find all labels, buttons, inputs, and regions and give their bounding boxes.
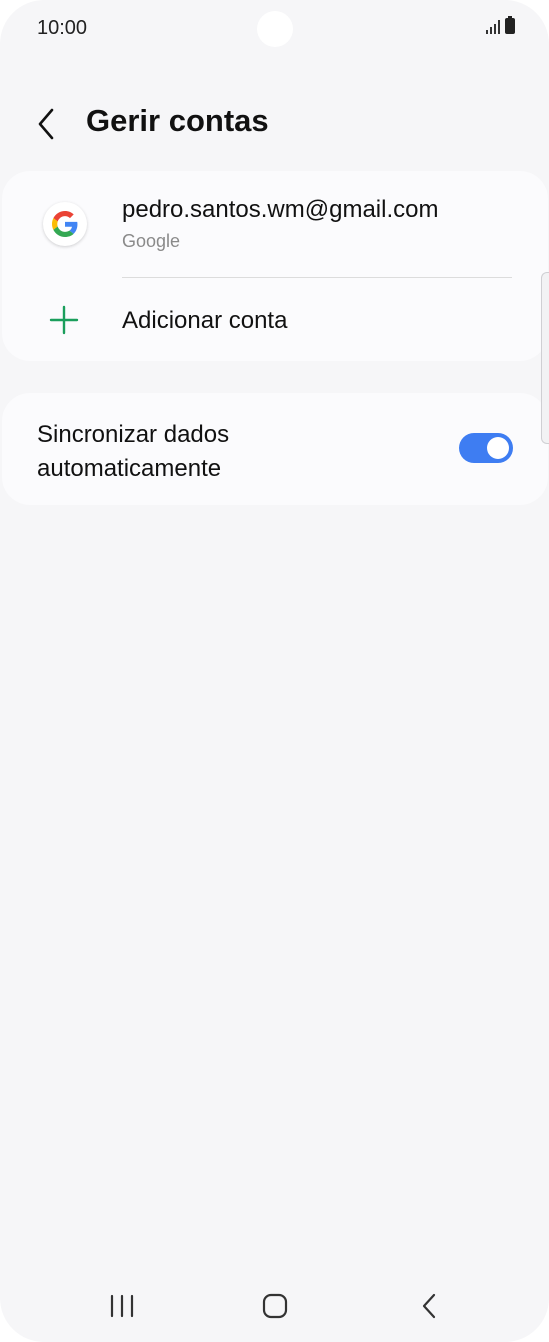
chevron-left-icon (38, 108, 54, 140)
phone-screen: 10:00 Gerir contas pedro.santos.wm@gmail… (0, 0, 549, 1342)
home-icon (262, 1293, 288, 1319)
account-type: Google (122, 231, 181, 251)
account-item-google[interactable]: pedro.santos.wm@gmail.com Google (2, 171, 548, 277)
recent-apps-icon (110, 1294, 134, 1318)
app-header: Gerir contas (0, 95, 549, 155)
add-account-button[interactable]: Adicionar conta (2, 278, 548, 361)
home-button[interactable] (255, 1288, 295, 1324)
status-bar: 10:00 (0, 0, 549, 60)
signal-icon (486, 18, 500, 34)
front-camera-cutout (257, 11, 293, 47)
add-account-label: Adicionar conta (122, 307, 288, 334)
toggle-knob (487, 437, 509, 459)
accounts-card: pedro.santos.wm@gmail.com Google Adicion… (2, 171, 548, 361)
plus-icon (49, 305, 79, 335)
recent-apps-button[interactable] (102, 1288, 142, 1324)
back-icon (422, 1293, 436, 1319)
sync-label: Sincronizar dados automaticamente (37, 418, 229, 486)
sync-card: Sincronizar dados automaticamente (2, 393, 548, 505)
status-time: 10:00 (37, 17, 88, 39)
google-g-icon (43, 202, 87, 246)
sync-label-line1: Sincronizar dados (37, 421, 230, 448)
account-email: pedro.santos.wm@gmail.com (122, 196, 439, 223)
page-title: Gerir contas (86, 103, 269, 138)
edge-panel-handle[interactable] (541, 272, 549, 444)
back-button[interactable] (30, 103, 66, 143)
navigation-bar (0, 1270, 549, 1342)
battery-icon (505, 16, 515, 34)
auto-sync-toggle[interactable] (459, 433, 513, 463)
sync-label-line2: automaticamente (37, 455, 222, 482)
nav-back-button[interactable] (410, 1288, 450, 1324)
status-icons (486, 16, 515, 34)
